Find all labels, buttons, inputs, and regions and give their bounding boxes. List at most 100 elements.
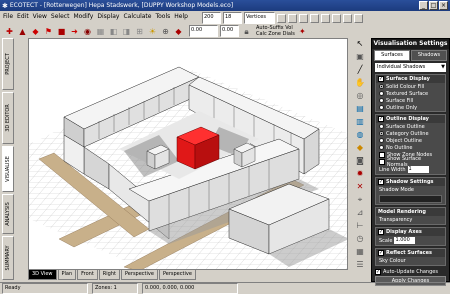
line-width-field[interactable]: 1	[407, 166, 429, 173]
tab-visualise[interactable]: VISUALISE	[2, 146, 14, 192]
field-1[interactable]: 200	[202, 12, 221, 24]
radio-solid-fill[interactable]	[379, 84, 384, 89]
node-icon[interactable]: ✕	[354, 181, 367, 193]
cube-tool-icon[interactable]: ▣	[354, 51, 367, 63]
tab-right[interactable]: Right	[98, 270, 120, 280]
clock-icon[interactable]: ◷	[354, 233, 367, 245]
tab-project[interactable]: PROJECT	[2, 38, 14, 90]
pointer-icon[interactable]: ↖	[354, 38, 367, 50]
visualisation-settings-panel: Visualisation Settings Surfaces Shadows …	[371, 38, 450, 286]
snap-button[interactable]	[332, 13, 341, 23]
zone-nodes-checkbox[interactable]	[379, 151, 385, 158]
tab-front[interactable]: Front	[77, 270, 98, 280]
display-axes-checkbox[interactable]: ✓	[378, 229, 384, 235]
tab-surfaces[interactable]: Surfaces	[374, 50, 410, 61]
layer-button[interactable]	[343, 13, 352, 23]
scale-icon[interactable]: ◉	[82, 26, 93, 37]
flag-icon[interactable]: ⚑	[43, 26, 54, 37]
ruler-icon[interactable]: ⊢	[354, 220, 367, 232]
redo-button[interactable]	[288, 13, 297, 23]
menu-tools[interactable]: Tools	[155, 13, 170, 20]
menu-file[interactable]: File	[3, 13, 13, 20]
vertices-select[interactable]: Vertices	[244, 12, 275, 24]
sun-icon[interactable]: ☀	[147, 26, 158, 37]
paste-button[interactable]	[310, 13, 319, 23]
field-2[interactable]: 18	[223, 12, 242, 24]
outline-display-checkbox[interactable]: ✓	[378, 116, 384, 122]
auto-update-checkbox[interactable]: ✓	[375, 268, 381, 275]
cube-icon[interactable]: ■	[56, 26, 67, 37]
surface-display-title: Surface Display	[386, 76, 430, 82]
radio-no-outline[interactable]	[379, 145, 384, 150]
calc-zone-option[interactable]: Calc Zone Dials	[256, 31, 295, 37]
menu-view[interactable]: View	[33, 13, 47, 20]
status-text: Ready	[2, 283, 88, 294]
layers-icon[interactable]: ☰	[354, 259, 367, 271]
menu-display[interactable]: Display	[97, 13, 119, 20]
grid-button[interactable]	[321, 13, 330, 23]
menu-select[interactable]: Select	[51, 13, 70, 20]
globe-icon[interactable]: ◍	[354, 129, 367, 141]
pin-icon[interactable]: ⌖	[354, 194, 367, 206]
window-icon[interactable]: ▤	[354, 103, 367, 115]
scale-field[interactable]: 1.000	[394, 237, 416, 244]
outline-display-title: Outline Display	[386, 116, 429, 122]
radio-surface-fill[interactable]	[379, 98, 384, 103]
surface-normals-checkbox[interactable]	[379, 158, 385, 165]
radio-category-outline[interactable]	[379, 131, 384, 136]
measure-icon[interactable]: ⊿	[354, 207, 367, 219]
shadow-settings-checkbox[interactable]: ✓	[378, 179, 384, 185]
radio-surface-outline[interactable]	[379, 124, 384, 129]
coord-y-field[interactable]: 0.00	[220, 25, 239, 37]
tab-3d-editor[interactable]: 3D EDITOR	[2, 92, 14, 144]
join-icon[interactable]: ⊞	[134, 26, 145, 37]
grid-tool-icon[interactable]: ▦	[354, 246, 367, 258]
tab-perspective-1[interactable]: Perspective	[120, 270, 158, 280]
mirror-icon[interactable]: ◧	[108, 26, 119, 37]
status-zones: Zones: 1	[92, 283, 138, 294]
split-icon[interactable]: ◨	[121, 26, 132, 37]
display-mode-select[interactable]: Individual Shadows	[375, 63, 446, 72]
door-icon[interactable]: ▥	[354, 116, 367, 128]
zoom-button[interactable]	[354, 13, 363, 23]
tab-perspective-2[interactable]: Perspective	[158, 270, 196, 280]
close-button[interactable]: ×	[439, 1, 448, 10]
maximize-button[interactable]: □	[429, 1, 438, 10]
arrow-icon[interactable]: ✚	[4, 26, 15, 37]
tab-shadows[interactable]: Shadows	[411, 50, 447, 61]
camera-icon[interactable]: ◙	[354, 155, 367, 167]
extrude-icon[interactable]: ▦	[95, 26, 106, 37]
shape-icon[interactable]: ▲	[17, 26, 28, 37]
menu-calculate[interactable]: Calculate	[123, 13, 151, 20]
tab-analysis[interactable]: ANALYSIS	[2, 194, 14, 234]
hand-icon[interactable]: ✋	[354, 77, 367, 89]
tab-plan[interactable]: Plan	[57, 270, 77, 280]
rotate-icon[interactable]: ◆	[30, 26, 41, 37]
menu-edit[interactable]: Edit	[17, 13, 29, 20]
menu-modify[interactable]: Modify	[73, 13, 93, 20]
shadow-slider[interactable]	[379, 195, 442, 203]
surface-display-checkbox[interactable]: ✓	[378, 76, 384, 82]
eye-icon[interactable]: ◎	[354, 90, 367, 102]
coord-x-field[interactable]: 0.00	[189, 25, 218, 37]
undo-button[interactable]	[277, 13, 286, 23]
radio-textured[interactable]	[379, 91, 384, 96]
radio-outline-only[interactable]	[379, 105, 384, 110]
menu-help[interactable]: Help	[174, 13, 188, 20]
tab-summary[interactable]: SUMMARY	[2, 236, 14, 280]
link-icon[interactable]: ⊕	[160, 26, 171, 37]
tab-summary-label: SUMMARY	[5, 245, 11, 271]
light-icon[interactable]: ✹	[354, 168, 367, 180]
copy-button[interactable]	[299, 13, 308, 23]
radio-object-outline[interactable]	[379, 138, 384, 143]
minimize-button[interactable]: _	[419, 1, 428, 10]
gem-icon[interactable]: ◆	[354, 142, 367, 154]
tag-icon[interactable]: ◆	[173, 26, 184, 37]
move-icon[interactable]: ➜	[69, 26, 80, 37]
reflect-surfaces-checkbox[interactable]: ✓	[378, 250, 384, 256]
lock-icon[interactable]: 🔒︎	[241, 26, 252, 37]
wand-icon[interactable]: ✦	[297, 26, 308, 37]
tab-3d-view[interactable]: 3D View	[28, 270, 57, 280]
line-icon[interactable]: ╱	[354, 64, 367, 76]
3d-viewport[interactable]	[28, 38, 348, 270]
